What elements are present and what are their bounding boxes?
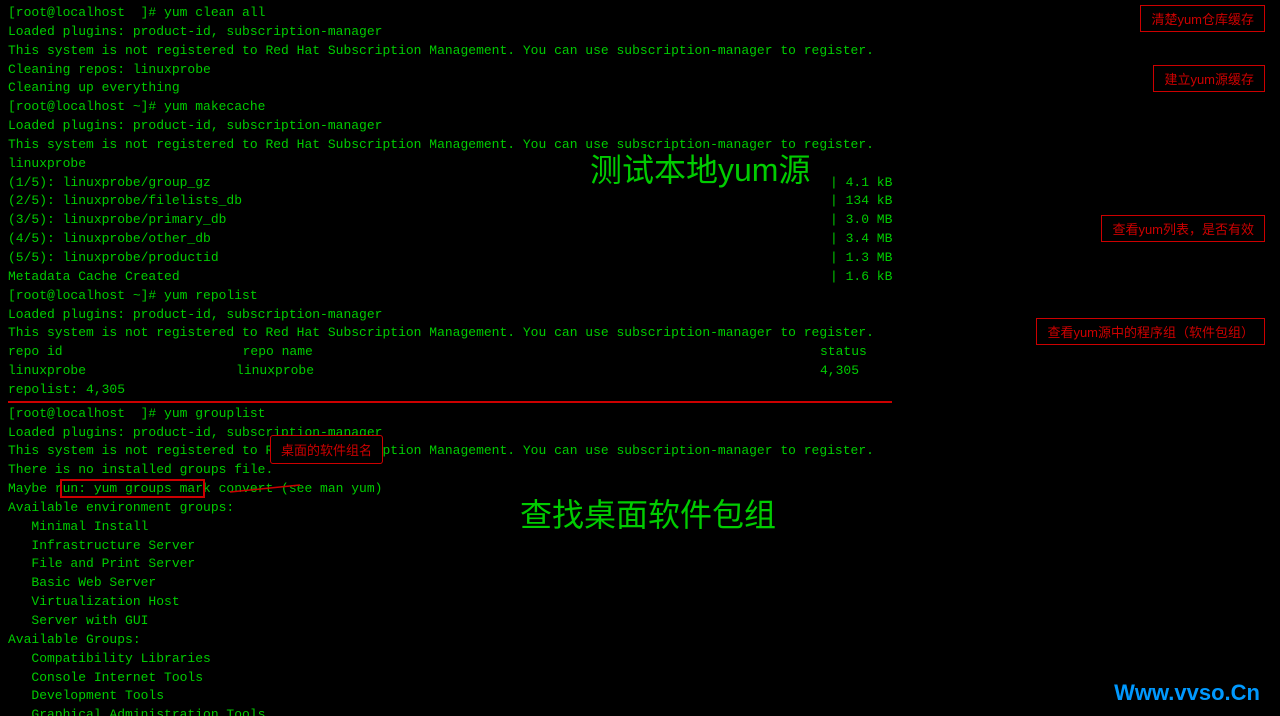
terminal: [root@localhost ]# yum clean all Loaded … <box>0 0 900 716</box>
find-desktop-title: 查找桌面软件包组 <box>520 490 776 536</box>
terminal-line: Loaded plugins: product-id, subscription… <box>8 306 892 325</box>
terminal-line: This system is not registered to Red Hat… <box>8 324 892 343</box>
terminal-line: [root@localhost ]# yum grouplist <box>8 405 892 424</box>
terminal-line: Console Internet Tools <box>8 669 892 688</box>
terminal-line: (4/5): linuxprobe/other_db| 3.4 MB 00:00… <box>8 230 892 249</box>
make-cache-annotation: 建立yum源缓存 <box>1153 65 1265 92</box>
watermark: Www.vvso.Cn <box>1114 680 1260 706</box>
server-with-gui-line: Server with GUI <box>8 612 892 631</box>
terminal-line: Development Tools <box>8 687 892 706</box>
terminal-line: Loaded plugins: product-id, subscription… <box>8 424 892 443</box>
terminal-line: Infrastructure Server <box>8 537 892 556</box>
terminal-line: Available Groups: <box>8 631 892 650</box>
terminal-line: Loaded plugins: product-id, subscription… <box>8 117 892 136</box>
terminal-line: [root@localhost ~]# yum makecache <box>8 98 892 117</box>
terminal-line: Loaded plugins: product-id, subscription… <box>8 23 892 42</box>
terminal-line: Graphical Administration Tools <box>8 706 892 716</box>
terminal-line: repolist: 4,305 <box>8 381 892 403</box>
clean-cache-annotation: 清楚yum仓库缓存 <box>1140 5 1265 32</box>
desktop-group-callout: 桌面的软件组名 <box>270 435 383 464</box>
terminal-line: (3/5): linuxprobe/primary_db| 3.0 MB 00:… <box>8 211 892 230</box>
terminal-line: linuxprobelinuxprobe4,305 <box>8 362 892 381</box>
test-local-title: 测试本地yum源 <box>590 145 810 191</box>
terminal-line: Cleaning up everything <box>8 79 892 98</box>
terminal-line: [root@localhost ~]# yum repolist <box>8 287 892 306</box>
terminal-line: Cleaning repos: linuxprobe <box>8 61 892 80</box>
terminal-line: Metadata Cache Created| 1.6 kB 00:00:00 <box>8 268 892 287</box>
terminal-line: This system is not registered to Red Hat… <box>8 42 892 61</box>
terminal-line: (2/5): linuxprobe/filelists_db| 134 kB 0… <box>8 192 892 211</box>
terminal-line: repo idrepo namestatus <box>8 343 892 362</box>
server-gui-highlight <box>60 479 205 498</box>
terminal-line: File and Print Server <box>8 555 892 574</box>
terminal-line: [root@localhost ]# yum clean all <box>8 4 892 23</box>
terminal-line: This system is not registered to Red Hat… <box>8 442 892 461</box>
terminal-line: Compatibility Libraries <box>8 650 892 669</box>
terminal-line: (5/5): linuxprobe/productid| 1.3 MB 00:0… <box>8 249 892 268</box>
terminal-line: Basic Web Server <box>8 574 892 593</box>
check-list-annotation: 查看yum列表，是否有效 <box>1101 215 1265 242</box>
terminal-line: Virtualization Host <box>8 593 892 612</box>
check-groups-annotation: 查看yum源中的程序组（软件包组） <box>1036 318 1265 345</box>
terminal-line: There is no installed groups file. <box>8 461 892 480</box>
